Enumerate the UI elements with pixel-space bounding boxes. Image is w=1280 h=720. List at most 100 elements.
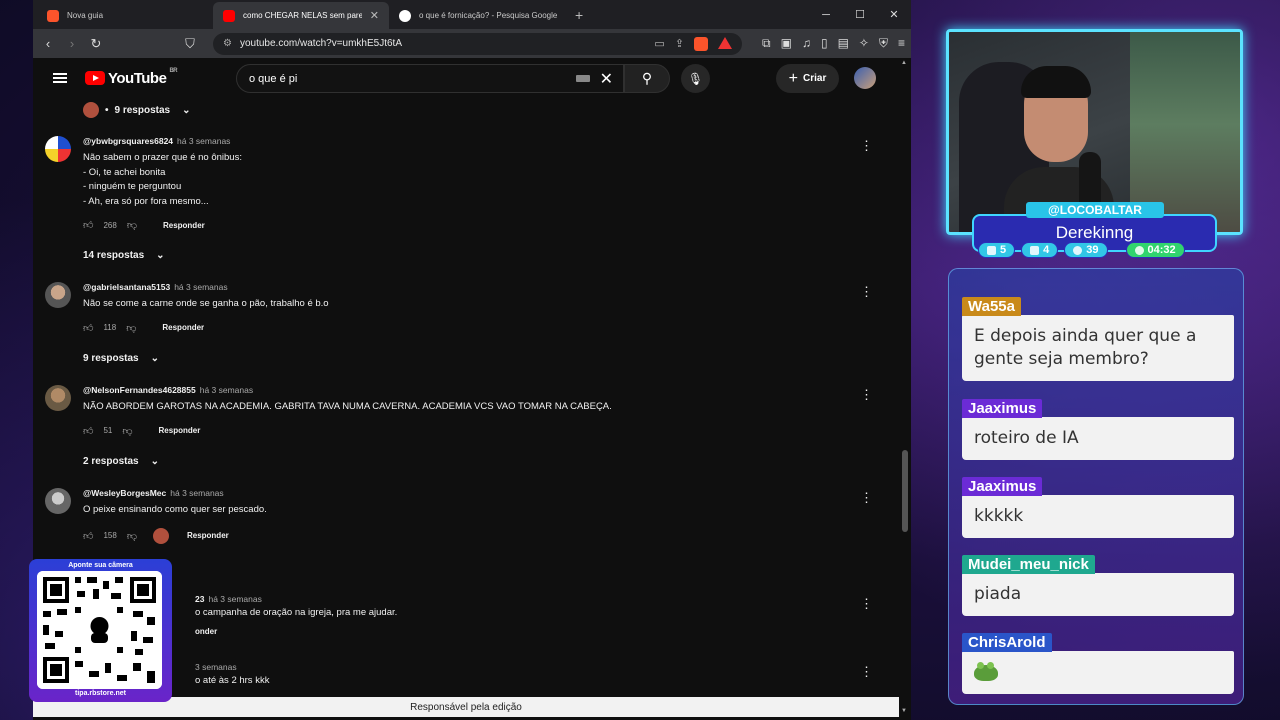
scroll-thumb[interactable] [902,450,908,532]
comment-time[interactable]: há 3 semanas [177,136,230,146]
dislike-icon[interactable]: 👎︎ [127,530,137,542]
tab-google[interactable]: o que é fornicação? - Pesquisa Google [389,2,565,29]
forward-icon[interactable]: › [63,36,81,51]
tab-label: como CHEGAR NELAS sem parecer um [243,11,362,20]
reply-button[interactable]: Responder [162,323,204,332]
extensions-icon[interactable]: ⧉ [762,36,771,51]
comment-author[interactable]: @gabrielsantana5153 [83,282,170,292]
tab-label: Nova guia [67,11,104,20]
comment-author[interactable]: 23 [195,594,204,604]
close-tab-icon[interactable]: ✕ [370,9,379,22]
brave-shields-icon[interactable] [694,36,709,51]
comment-time[interactable]: 3 semanas [195,662,237,672]
search-icon: ⚲ [641,70,653,86]
browser-toolbar: ‹ › ↻ ⛉ ⚙ youtube.com/watch?v=umkhE5Jt6t… [33,29,911,58]
cast-icon[interactable]: ▭ [654,37,664,51]
create-button[interactable]: + Criar [776,64,839,93]
comment: @WesleyBorgesMec há 3 semanas O peixe ens… [45,488,885,544]
replies-toggle[interactable]: 9 respostas ⌄ [83,353,159,364]
more-options-icon[interactable]: ⋮ [860,387,873,403]
tab-new[interactable]: Nova guia [37,2,213,29]
mic-icon: 🎙 [687,71,704,86]
clear-search-icon[interactable]: ✕ [600,69,613,89]
tab-youtube[interactable]: como CHEGAR NELAS sem parecer um ✕ [213,2,389,29]
frog-emote-icon [974,661,998,681]
replies-label: 2 respostas [83,456,139,467]
scroll-up-icon[interactable]: ▲ [901,60,907,66]
close-window-icon[interactable]: ✕ [877,8,911,21]
chat-text: kkkkk [962,495,1234,538]
reload-icon[interactable]: ↻ [87,36,105,52]
reply-button[interactable]: onder [195,627,217,636]
more-options-icon[interactable]: ⋮ [860,284,873,300]
more-options-icon[interactable]: ⋮ [860,664,873,680]
like-count: 51 [103,426,113,435]
dot-separator: • [105,104,109,116]
chat-message: Mudei_meu_nick piada [962,555,1234,616]
reply-button[interactable]: Responder [187,531,229,540]
vpn-icon[interactable]: ⛨ [879,36,888,51]
sidebar-icon[interactable]: ▯ [821,36,828,51]
brave-rewards-icon[interactable] [718,36,733,49]
chat-text: piada [962,573,1234,616]
dislike-icon[interactable]: 👎︎ [126,322,136,334]
address-bar[interactable]: ⚙ youtube.com/watch?v=umkhE5Jt6tA ▭ ⇪ [213,32,743,55]
more-options-icon[interactable]: ⋮ [860,490,873,506]
like-icon[interactable]: 👍︎ [83,530,93,542]
account-avatar[interactable] [854,67,876,89]
youtube-logo[interactable]: YouTube BR [85,68,178,87]
avatar[interactable] [45,488,71,514]
maximize-icon[interactable]: ☐ [843,8,877,21]
chat-username: Mudei_meu_nick [962,555,1095,574]
scrollbar[interactable]: ▲ ▼ [899,58,911,718]
hamburger-menu-icon[interactable] [53,73,67,83]
wallet-icon[interactable]: ▤ [838,36,849,51]
new-tab-button[interactable]: + [565,7,593,29]
google-icon [399,9,411,22]
comment-time[interactable]: há 3 semanas [170,488,223,498]
comment: @gabrielsantana5153 há 3 semanas Não se c… [45,282,885,334]
comment-author[interactable]: @NelsonFernandes4628855 [83,385,196,395]
like-count: 268 [103,220,117,230]
more-options-icon[interactable]: ⋮ [860,596,873,612]
comment-time[interactable]: há 3 semanas [208,594,261,604]
like-icon[interactable]: 👍︎ [83,425,93,437]
keyboard-icon[interactable] [575,75,590,82]
menu-icon[interactable]: ≡ [898,36,905,51]
avatar[interactable] [45,136,71,162]
search-button[interactable]: ⚲ [624,64,670,93]
comment-author[interactable]: @WesleyBorgesMec [83,488,166,498]
comment-text: Não sabem o prazer que é no ônibus: - Oi… [83,152,242,207]
replies-toggle[interactable]: 14 respostas ⌄ [83,250,165,261]
omnibox-actions: ▭ ⇪ [654,36,733,51]
reply-button[interactable]: Responder [163,221,205,230]
minimize-icon[interactable]: ─ [809,9,843,21]
music-icon[interactable]: ♫ [802,36,811,51]
reply-button[interactable]: Responder [159,426,201,435]
site-info-icon[interactable]: ⚙ [223,38,232,49]
replies-toggle[interactable]: • 9 respostas ⌄ [83,102,191,118]
leo-icon[interactable]: ✧ [859,36,869,51]
voice-search-button[interactable]: 🎙 [681,64,710,93]
like-icon[interactable]: 👍︎ [83,322,93,334]
plus-icon: + [788,69,798,87]
screenshot-icon[interactable]: ▣ [781,36,792,51]
share-icon[interactable]: ⇪ [675,37,684,51]
dislike-icon[interactable]: 👎︎ [127,219,137,231]
comment-time[interactable]: há 3 semanas [200,385,253,395]
back-icon[interactable]: ‹ [39,36,57,51]
avatar[interactable] [45,282,71,308]
scroll-down-icon[interactable]: ▼ [901,708,907,714]
comment-author[interactable]: @ybwbgrsquares6824 [83,136,173,146]
like-icon[interactable]: 👍︎ [83,219,93,231]
logo-text: YouTube [108,69,167,87]
comment-time[interactable]: há 3 semanas [174,282,227,292]
avatar[interactable] [45,385,71,411]
stat-value: 5 [1000,244,1007,256]
bookmark-icon[interactable]: ⛉ [181,36,199,52]
qr-donation-box: Aponte sua câmera tipa.rbstore.net [29,559,172,702]
replies-toggle[interactable]: 2 respostas ⌄ [83,456,159,467]
dislike-icon[interactable]: 👎︎ [122,425,132,437]
search-input[interactable]: o que é pi ✕ [236,64,624,93]
more-options-icon[interactable]: ⋮ [860,138,873,154]
